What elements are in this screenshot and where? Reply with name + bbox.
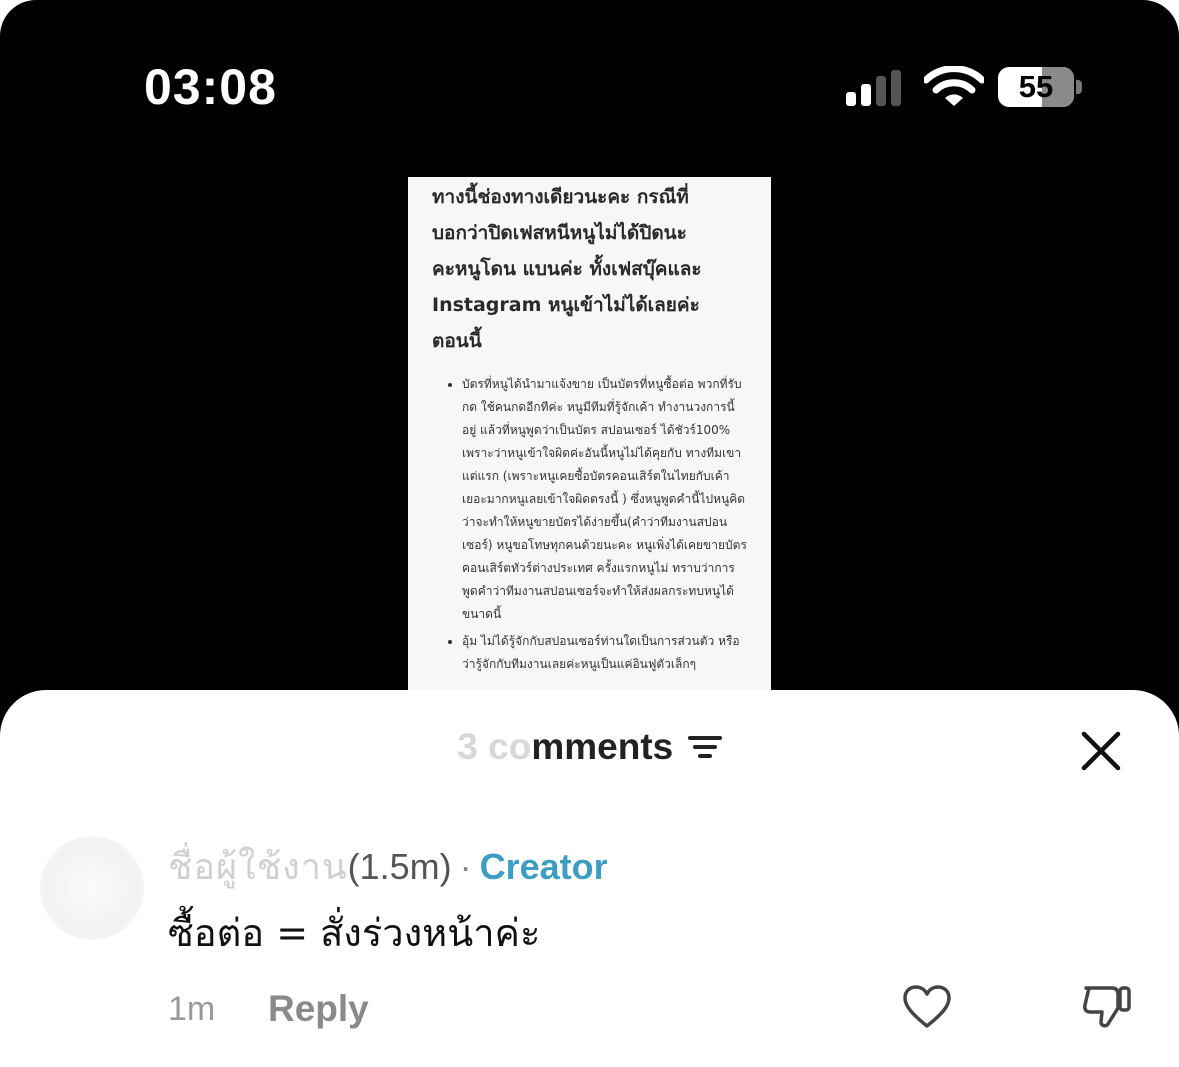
thumbs-down-icon[interactable] [1080,980,1132,1032]
reply-button[interactable]: Reply [268,988,369,1030]
wifi-icon [924,66,984,106]
separator-dot: · [459,846,472,887]
document-bullets: บัตรที่หนูได้นำมาแจ้งขาย เป็นบัตรที่หนูซ… [408,373,771,676]
battery-level: 55 [1018,69,1054,104]
heading-line: คะหนูโดน แบนค่ะ ทั้งเฟสบุ๊คและ [432,258,702,280]
heart-icon[interactable] [902,984,952,1030]
cellular-signal-icon [846,70,906,106]
comment-count: 3 comments [457,726,673,768]
sort-filter-icon[interactable] [687,733,722,761]
heading-line: ทางนี้ช่องทางเดียวนะคะ กรณีที่ [432,186,689,208]
comment-timestamp: 1m [168,990,216,1028]
battery-icon: 55 [998,67,1074,107]
heading-line: บอกว่าปิดเฟสหนีหนูไม่ได้ปิดนะ [432,222,687,244]
avatar[interactable] [40,836,144,940]
author-name-visible: (1.5m) [347,846,452,887]
battery-cap [1076,80,1082,94]
author-name[interactable]: ชื่อผู้ใช้งาน(1.5m) [168,846,452,887]
heading-line: Instagram หนูเข้าไม่ได้เลยค่ะ [432,294,700,316]
status-time: 03:08 [144,59,277,115]
creator-badge: Creator [479,846,608,887]
document-image: ทางนี้ช่องทางเดียวนะคะ กรณีที่ บอกว่าปิด… [408,177,771,697]
author-name-blurred: ชื่อผู้ใช้งาน [168,846,348,887]
comment-count-prefix: 3 co [457,726,532,767]
bullet-item: บัตรที่หนูได้นำมาแจ้งขาย เป็นบัตรที่หนูซ… [462,373,747,626]
comment-count-suffix: mments [531,726,674,767]
comments-sheet: 3 comments ชื่อผู้ใช้งาน(1.5m) · Creator ซ… [0,690,1179,1067]
close-icon[interactable] [1080,730,1122,772]
comments-header: 3 comments [0,726,1179,778]
heading-line: ตอนนี้ [432,330,482,352]
document-heading: ทางนี้ช่องทางเดียวนะคะ กรณีที่ บอกว่าปิด… [408,177,771,359]
comment-author-line: ชื่อผู้ใช้งาน(1.5m) · Creator [168,838,608,895]
comment-text: ซื้อต่อ = สั่งร่วงหน้าค่ะ [168,911,541,955]
bullet-item: อุ้ม ไม่ได้รู้จักกับสปอนเซอร์ท่านใดเป็นก… [462,630,747,676]
